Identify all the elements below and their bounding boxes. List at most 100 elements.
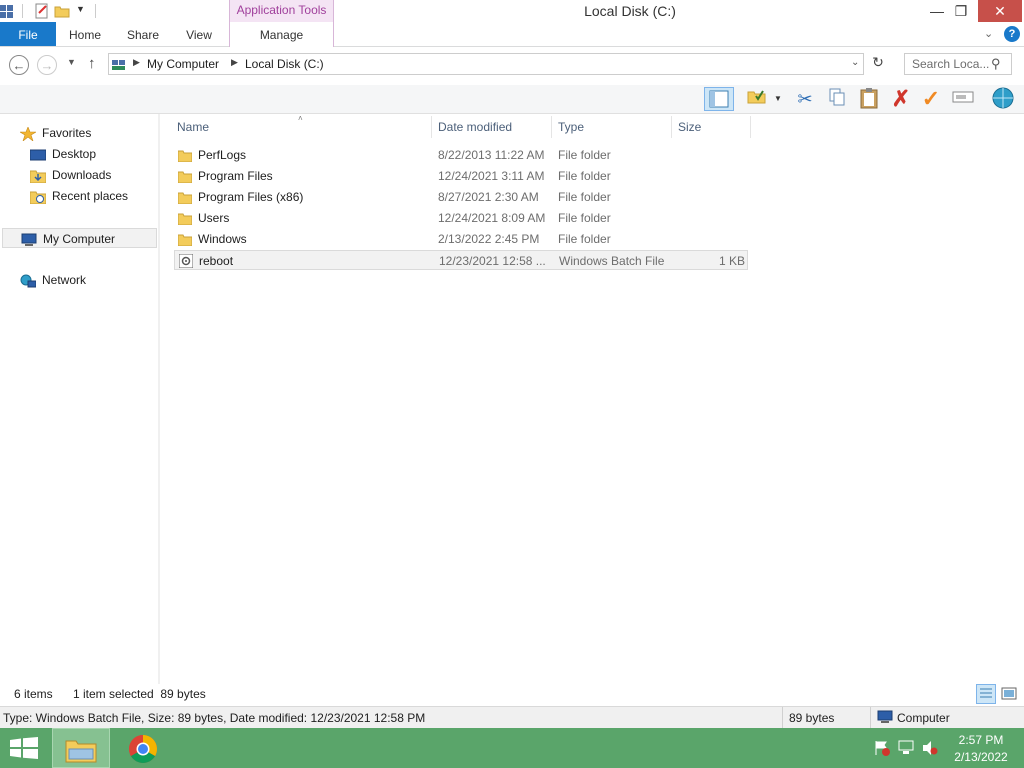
file-type: File folder bbox=[558, 232, 611, 246]
column-divider[interactable] bbox=[431, 116, 432, 138]
globe-icon[interactable] bbox=[990, 87, 1016, 111]
computer-icon bbox=[877, 710, 893, 724]
details-status-bar: Type: Windows Batch File, Size: 89 bytes… bbox=[0, 706, 1024, 729]
star-icon bbox=[18, 126, 38, 142]
forward-button[interactable]: → bbox=[37, 55, 57, 75]
title-bar: ▼ Local Disk (C:) — ❐ ✕ bbox=[0, 0, 1024, 22]
up-button[interactable]: ↑ bbox=[88, 55, 96, 72]
folder-icon bbox=[177, 190, 193, 205]
file-row[interactable]: PerfLogs 8/22/2013 11:22 AM File folder bbox=[174, 145, 748, 165]
copy-icon[interactable] bbox=[824, 87, 850, 111]
search-placeholder: Search Loca... bbox=[912, 57, 990, 71]
nav-favorites-label: Favorites bbox=[42, 126, 92, 140]
delete-icon[interactable]: ✗ bbox=[888, 87, 914, 111]
folder-options-chevron-icon[interactable]: ▼ bbox=[774, 94, 782, 103]
search-input[interactable]: Search Loca... ⚲ bbox=[904, 53, 1012, 75]
taskbar-file-explorer[interactable] bbox=[52, 728, 110, 768]
nav-desktop-label: Desktop bbox=[52, 147, 97, 161]
nav-recent-places-label: Recent places bbox=[52, 189, 129, 203]
nav-favorites[interactable]: Favorites bbox=[18, 123, 140, 143]
taskbar-time[interactable]: 2:57 PM bbox=[948, 733, 1014, 747]
nav-item-recent-places[interactable]: Recent places bbox=[29, 186, 150, 206]
nav-my-computer[interactable]: My Computer bbox=[2, 228, 157, 248]
tab-manage[interactable]: Manage bbox=[229, 22, 334, 47]
help-icon[interactable]: ? bbox=[1004, 26, 1020, 42]
column-header-date-modified[interactable]: Date modified bbox=[438, 120, 548, 136]
nav-item-desktop[interactable]: Desktop bbox=[29, 144, 150, 164]
preview-pane-icon[interactable] bbox=[704, 87, 734, 111]
details-view-icon[interactable] bbox=[976, 684, 996, 704]
file-row[interactable]: Program Files 12/24/2021 3:11 AM File fo… bbox=[174, 166, 748, 186]
breadcrumb-separator-icon: ▶ bbox=[133, 57, 140, 67]
selected-size: 89 bytes bbox=[789, 711, 835, 725]
breadcrumb-local-disk[interactable]: Local Disk (C:) bbox=[245, 57, 324, 71]
checkmark-icon[interactable]: ✓ bbox=[918, 87, 944, 111]
network-tray-icon[interactable] bbox=[898, 740, 914, 756]
address-history-chevron-icon[interactable]: ⌄ bbox=[851, 57, 859, 68]
column-header-name[interactable]: Name bbox=[177, 120, 427, 136]
column-divider[interactable] bbox=[750, 116, 751, 138]
close-button[interactable]: ✕ bbox=[978, 0, 1022, 22]
chrome-icon bbox=[129, 735, 157, 763]
window-title: Local Disk (C:) bbox=[584, 3, 676, 19]
file-date: 12/24/2021 8:09 AM bbox=[438, 211, 546, 225]
computer-icon bbox=[112, 57, 126, 71]
selection-info: 1 item selected 89 bytes bbox=[73, 687, 206, 701]
file-row[interactable]: Users 12/24/2021 8:09 AM File folder bbox=[174, 208, 748, 228]
tab-file[interactable]: File bbox=[0, 22, 56, 46]
action-center-flag-icon[interactable] bbox=[874, 740, 890, 756]
item-count: 6 items bbox=[14, 687, 53, 701]
file-row-selected[interactable]: reboot 12/23/2021 12:58 ... Windows Batc… bbox=[174, 250, 748, 270]
nav-network-label: Network bbox=[42, 273, 87, 287]
toolbar: ▼ ✂ ✗ ✓ bbox=[0, 85, 1024, 114]
folder-icon bbox=[177, 211, 193, 226]
address-bar[interactable]: ▶ My Computer ▶ Local Disk (C:) ⌄ bbox=[108, 53, 864, 75]
file-size: 1 KB bbox=[718, 254, 745, 268]
status-divider bbox=[870, 707, 871, 729]
file-type: File folder bbox=[558, 190, 611, 204]
file-name: Users bbox=[198, 211, 230, 225]
search-icon[interactable]: ⚲ bbox=[991, 56, 1001, 72]
file-size bbox=[674, 229, 744, 249]
taskbar-date[interactable]: 2/13/2022 bbox=[948, 750, 1014, 764]
back-button[interactable]: ← bbox=[9, 55, 29, 75]
details-text: Type: Windows Batch File, Size: 89 bytes… bbox=[3, 711, 426, 725]
file-explorer-icon bbox=[65, 740, 97, 763]
column-divider[interactable] bbox=[551, 116, 552, 138]
file-name: PerfLogs bbox=[198, 148, 247, 162]
taskbar-chrome[interactable] bbox=[128, 734, 158, 764]
file-list: ˄ Name Date modified Type Size PerfLogs … bbox=[160, 114, 1024, 684]
volume-muted-icon[interactable] bbox=[922, 740, 938, 756]
file-date: 2/13/2022 2:45 PM bbox=[438, 232, 540, 246]
ribbon-tabs: File Home Share View Manage ⌄ ? bbox=[0, 22, 1024, 47]
network-icon bbox=[20, 274, 37, 288]
column-divider[interactable] bbox=[671, 116, 672, 138]
nav-downloads-label: Downloads bbox=[52, 168, 112, 182]
nav-network[interactable]: Network bbox=[20, 270, 140, 290]
rename-icon[interactable] bbox=[950, 87, 976, 111]
file-row[interactable]: Windows 2/13/2022 2:45 PM File folder bbox=[174, 229, 748, 249]
refresh-button[interactable]: ↻ bbox=[868, 54, 888, 74]
column-header-size[interactable]: Size bbox=[678, 120, 748, 136]
status-divider bbox=[782, 707, 783, 729]
check-folder-icon[interactable] bbox=[744, 87, 770, 111]
application-tools-label: Application Tools bbox=[229, 0, 334, 22]
cut-icon[interactable]: ✂ bbox=[792, 87, 818, 111]
breadcrumb-my-computer[interactable]: My Computer bbox=[147, 57, 219, 71]
large-icons-view-icon[interactable] bbox=[1000, 685, 1018, 703]
tab-home[interactable]: Home bbox=[62, 22, 108, 46]
column-header-type[interactable]: Type bbox=[558, 120, 668, 136]
status-bar: 6 items 1 item selected 89 bytes bbox=[0, 684, 1024, 706]
tab-share[interactable]: Share bbox=[120, 22, 166, 46]
maximize-button[interactable]: ❐ bbox=[946, 0, 976, 22]
nav-item-downloads[interactable]: Downloads bbox=[29, 165, 150, 185]
expand-ribbon-icon[interactable]: ⌄ bbox=[984, 27, 998, 41]
tab-view[interactable]: View bbox=[178, 22, 220, 46]
file-name: Program Files (x86) bbox=[198, 190, 304, 204]
folder-icon bbox=[177, 169, 193, 184]
recent-locations-chevron-icon[interactable]: ▼ bbox=[67, 57, 76, 67]
paste-icon[interactable] bbox=[856, 87, 882, 111]
file-type: File folder bbox=[558, 148, 611, 162]
start-button[interactable] bbox=[10, 737, 38, 759]
file-row[interactable]: Program Files (x86) 8/27/2021 2:30 AM Fi… bbox=[174, 187, 748, 207]
